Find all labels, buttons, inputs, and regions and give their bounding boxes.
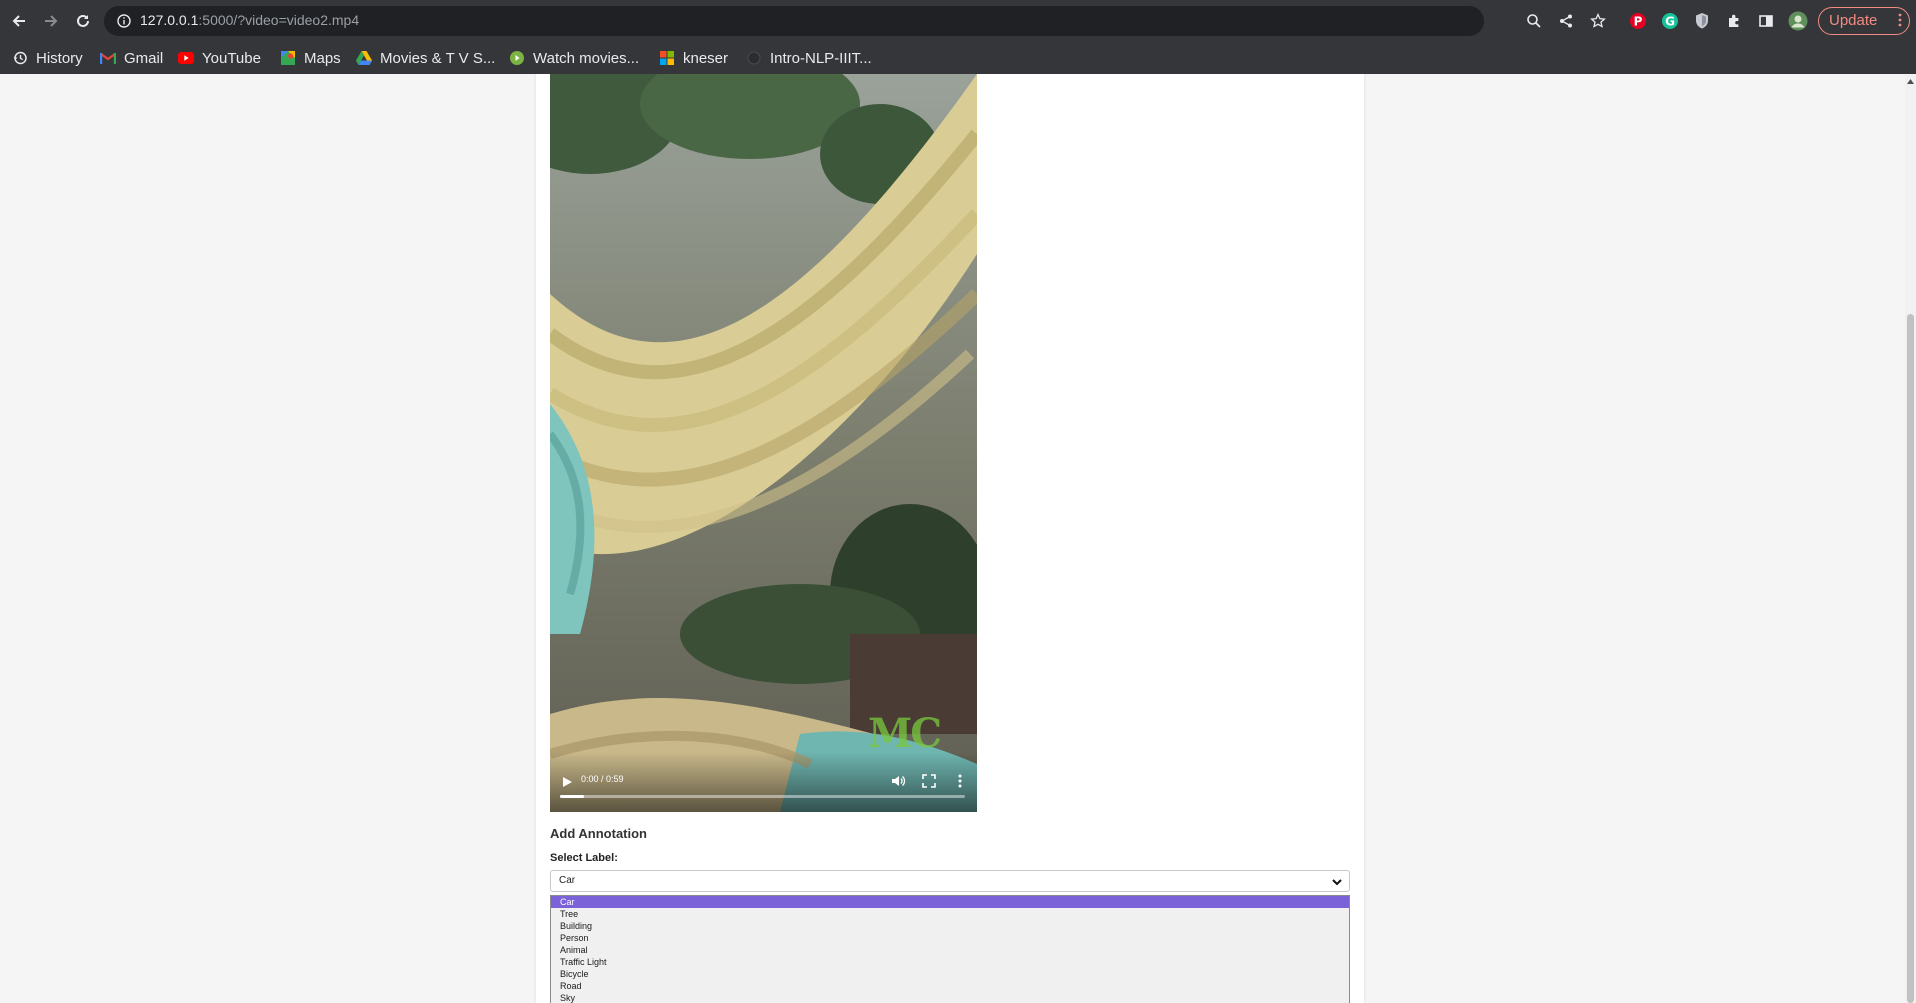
- label-option-car[interactable]: Car: [551, 896, 1349, 908]
- bookmark-label: YouTube: [202, 49, 261, 67]
- play-icon[interactable]: [560, 775, 574, 789]
- label-select[interactable]: Car: [550, 870, 1350, 892]
- bookmark-label: Movies & T V S...: [380, 49, 496, 67]
- bookmark-history[interactable]: History: [12, 47, 83, 69]
- bookmark-maps[interactable]: Maps: [280, 47, 341, 69]
- bookmark-gmail[interactable]: Gmail: [100, 47, 163, 69]
- label-option-building[interactable]: Building: [551, 920, 1349, 932]
- zoom-icon[interactable]: [1524, 11, 1544, 31]
- bookmark-intro-nlp[interactable]: Intro-NLP-IIIT...: [746, 47, 872, 69]
- video-frame: [550, 74, 977, 812]
- select-label-text: Select Label:: [550, 852, 618, 864]
- video-time: 0:00 / 0:59: [581, 774, 624, 784]
- more-vert-icon: [1898, 13, 1902, 27]
- label-select-value: Car: [559, 875, 576, 886]
- update-button[interactable]: Update: [1818, 7, 1910, 35]
- maps-icon: [280, 50, 296, 66]
- svg-text:P: P: [1634, 15, 1643, 29]
- page-content: MC 0:00 / 0:59 Add Annotation Select Lab…: [0, 74, 1916, 1003]
- reload-icon: [77, 14, 89, 27]
- volume-icon[interactable]: [890, 773, 906, 789]
- url-path: :5000/?video=video2.mp4: [198, 12, 360, 28]
- bookmark-label: History: [36, 49, 83, 67]
- star-icon[interactable]: [1588, 11, 1608, 31]
- video-progress-fill: [560, 795, 585, 798]
- arrow-right-icon: [45, 15, 58, 27]
- video-player[interactable]: MC 0:00 / 0:59: [550, 74, 977, 812]
- url-host: 127.0.0.1: [140, 12, 199, 28]
- browser-toolbar: 127.0.0.1:5000/?video=video2.mp4 P G Upd…: [0, 0, 1916, 42]
- scrollbar-thumb[interactable]: [1907, 314, 1914, 1003]
- page-scrollbar[interactable]: [1905, 74, 1916, 1003]
- address-bar[interactable]: 127.0.0.1:5000/?video=video2.mp4: [104, 6, 1606, 36]
- bookmark-label: Watch movies...: [533, 49, 640, 67]
- forward-button[interactable]: [38, 8, 64, 34]
- youtube-icon: [178, 50, 194, 66]
- add-annotation-heading: Add Annotation: [550, 826, 647, 841]
- bookmark-kneser[interactable]: kneser: [659, 47, 728, 69]
- label-option-traffic-light[interactable]: Traffic Light: [551, 956, 1349, 968]
- drive-icon: [356, 50, 372, 66]
- label-option-road[interactable]: Road: [551, 980, 1349, 992]
- side-panel-icon[interactable]: [1755, 10, 1777, 32]
- more-vert-icon[interactable]: [954, 773, 966, 789]
- video-watermark: MC: [868, 710, 942, 757]
- shield-icon[interactable]: [1691, 10, 1713, 32]
- pinterest-icon[interactable]: P: [1627, 10, 1649, 32]
- puzzle-icon[interactable]: [1723, 10, 1745, 32]
- bookmark-watch-movies[interactable]: Watch movies...: [509, 47, 639, 69]
- label-option-sky[interactable]: Sky: [551, 992, 1349, 1003]
- bookmark-youtube[interactable]: YouTube: [178, 47, 261, 69]
- bookmark-label: Gmail: [124, 49, 164, 67]
- bookmark-movies[interactable]: Movies & T V S...: [356, 47, 495, 69]
- grammarly-icon[interactable]: G: [1659, 10, 1681, 32]
- microsoft-icon: [659, 50, 675, 66]
- reload-button[interactable]: [70, 8, 96, 34]
- scroll-up-arrow-icon[interactable]: [1907, 78, 1914, 84]
- video-progress-bar[interactable]: [560, 795, 965, 798]
- globe-icon: [746, 50, 762, 66]
- back-button[interactable]: [6, 8, 32, 34]
- bookmark-label: Intro-NLP-IIIT...: [770, 49, 872, 67]
- avatar[interactable]: [1787, 10, 1809, 32]
- fullscreen-icon[interactable]: [922, 774, 936, 788]
- chevron-down-icon: [1332, 879, 1342, 886]
- play-circle-icon: [509, 50, 525, 66]
- bookmark-label: kneser: [683, 49, 729, 67]
- label-option-tree[interactable]: Tree: [551, 908, 1349, 920]
- label-option-bicycle[interactable]: Bicycle: [551, 968, 1349, 980]
- update-label: Update: [1829, 12, 1878, 29]
- url-text: 127.0.0.1:5000/?video=video2.mp4: [140, 12, 359, 28]
- history-icon: [12, 50, 28, 66]
- label-option-animal[interactable]: Animal: [551, 944, 1349, 956]
- share-icon[interactable]: [1556, 11, 1576, 31]
- label-dropdown-list: Car Tree Building Person Animal Traffic Light…: [550, 895, 1350, 1003]
- label-option-person[interactable]: Person: [551, 932, 1349, 944]
- info-icon[interactable]: [114, 11, 134, 31]
- svg-text:G: G: [1665, 15, 1675, 29]
- arrow-left-icon: [12, 15, 25, 27]
- gmail-icon: [100, 50, 116, 66]
- bookmarks-bar: History Gmail YouTube Maps Movies & T V …: [0, 42, 1916, 75]
- bookmark-label: Maps: [304, 49, 341, 67]
